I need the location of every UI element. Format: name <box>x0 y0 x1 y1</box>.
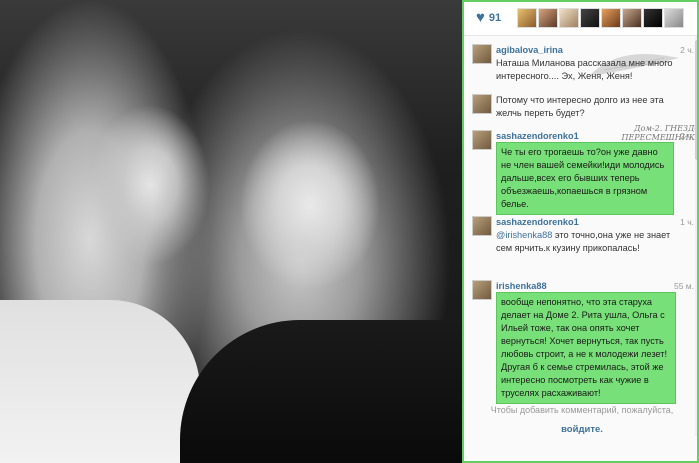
comment-text-highlight: Че ты его трогаешь то?он уже давно не чл… <box>496 142 674 215</box>
login-prompt: Чтобы добавить комментарий, пожалуйста, <box>490 405 674 415</box>
comment-time: 2 ч. <box>680 131 694 141</box>
avatar[interactable] <box>472 44 492 64</box>
comment-text: @irishenka88 это точно,она уже не знает … <box>496 229 686 255</box>
avatar[interactable] <box>472 216 492 236</box>
comment-footer: Чтобы добавить комментарий, пожалуйста, … <box>464 404 699 436</box>
scrollbar-thumb[interactable] <box>695 40 699 160</box>
comment-item: sashazendorenko1 1 ч. @irishenka88 это т… <box>464 214 699 266</box>
comment-text: Наташа Миланова рассказала мне много инт… <box>496 58 673 81</box>
liker-avatar[interactable] <box>558 7 579 28</box>
avatar[interactable] <box>472 130 492 150</box>
avatar[interactable] <box>472 280 492 300</box>
comment-item: sashazendorenko1 2 ч. Че ты его трогаешь… <box>464 128 699 215</box>
comment-username[interactable]: sashazendorenko1 <box>496 216 579 229</box>
comment-item: Потому что интересно долго из нее эта же… <box>464 92 699 128</box>
photo-shoulder <box>0 300 200 463</box>
comment-time: 2 ч. <box>680 45 694 55</box>
liker-avatar[interactable] <box>663 7 684 28</box>
photo-blouse <box>180 320 462 463</box>
comment-item: irishenka88 55 м. вообще непонятно, что … <box>464 278 699 404</box>
post-photo <box>0 0 462 463</box>
heart-icon[interactable]: ♥ <box>476 10 485 25</box>
comment-time: 55 м. <box>673 281 694 291</box>
comment-item: agibalova_irina 2 ч. Наташа Миланова рас… <box>464 42 699 90</box>
liker-avatar[interactable] <box>642 7 663 28</box>
comment-time: 1 ч. <box>680 217 694 227</box>
likes-row: ♥ 91 <box>464 0 699 36</box>
login-link[interactable]: войдите. <box>464 424 699 436</box>
comment-text-highlight: вообще непонятно, что эта старуха делает… <box>496 292 676 404</box>
comment-text: Потому что интересно долго из нее эта же… <box>496 95 664 118</box>
liker-avatar[interactable] <box>537 7 558 28</box>
liker-avatar[interactable] <box>516 7 537 28</box>
avatar[interactable] <box>472 94 492 114</box>
liker-avatar[interactable] <box>600 7 621 28</box>
comments-panel: ♥ 91 agibalova_irina 2 ч. Наташа Миланов… <box>463 0 699 463</box>
mention-link[interactable]: @irishenka88 <box>496 230 552 240</box>
liker-avatar[interactable] <box>579 7 600 28</box>
comment-username[interactable]: agibalova_irina <box>496 44 563 57</box>
likes-count: 91 <box>488 11 502 24</box>
liker-avatar[interactable] <box>621 7 642 28</box>
